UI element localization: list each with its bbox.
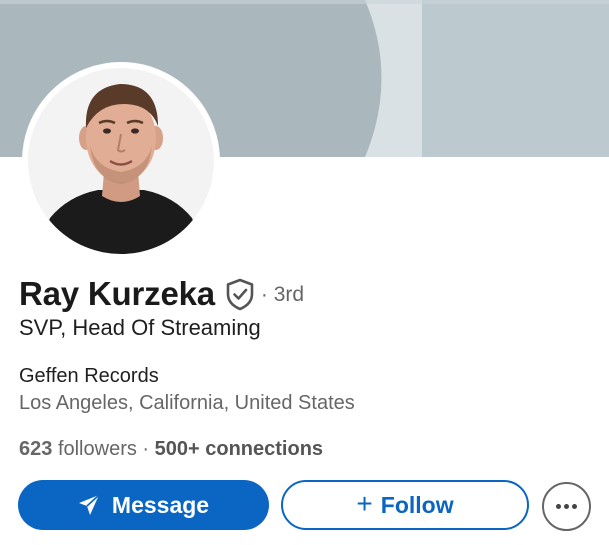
followers-count[interactable]: 623 — [19, 438, 52, 460]
more-options-button[interactable] — [542, 482, 591, 531]
profile-company[interactable]: Geffen Records — [19, 365, 159, 388]
paper-plane-icon — [78, 494, 100, 516]
profile-stats: 623 followers · 500+ connections — [19, 438, 323, 461]
profile-avatar[interactable] — [22, 62, 220, 260]
profile-name-row: Ray Kurzeka · 3rd — [19, 271, 304, 317]
profile-location: Los Angeles, California, United States — [19, 392, 355, 414]
verified-shield-icon[interactable] — [225, 278, 255, 311]
follow-button[interactable]: + Follow — [281, 480, 529, 530]
plus-icon: + — [356, 487, 373, 519]
connections-count[interactable]: 500+ connections — [155, 438, 323, 460]
connection-degree: · 3rd — [260, 283, 305, 306]
more-horizontal-icon — [556, 504, 577, 509]
avatar-photo — [28, 68, 214, 254]
message-button[interactable]: Message — [18, 480, 269, 530]
follow-button-label: Follow — [380, 491, 454, 518]
profile-headline: SVP, Head Of Streaming — [19, 315, 261, 340]
followers-label: followers — [57, 438, 137, 460]
message-button-label: Message — [111, 491, 210, 518]
stats-separator: · — [136, 438, 155, 460]
profile-name: Ray Kurzeka — [19, 275, 215, 312]
